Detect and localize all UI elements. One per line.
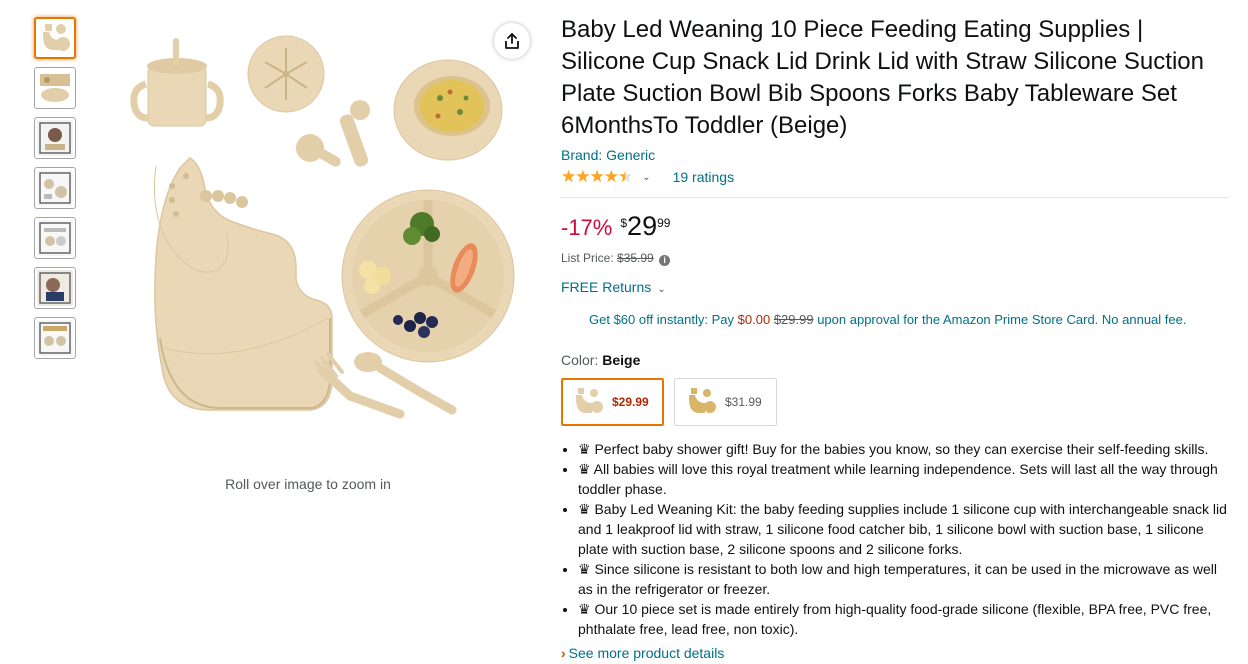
swatch-alternate[interactable]: $31.99: [674, 378, 777, 426]
divider: [561, 197, 1229, 198]
product-details: Baby Led Weaning 10 Piece Feeding Eating…: [561, 14, 1229, 663]
promo-pay: $0.00: [737, 312, 771, 327]
price-fraction: 99: [657, 216, 671, 230]
list-item: ♛ Baby Led Weaning Kit: the baby feeding…: [578, 499, 1229, 559]
product-thumbnail-icon: [37, 270, 73, 306]
share-icon: [505, 33, 519, 49]
price: $ 29 99: [620, 212, 670, 240]
see-more-link[interactable]: › See more product details: [561, 643, 1229, 663]
list-item: ♛ Perfect baby shower gift! Buy for the …: [578, 439, 1229, 459]
info-icon[interactable]: i: [659, 255, 671, 266]
product-thumbnail-icon: [37, 20, 73, 56]
product-swatch-icon: [575, 388, 603, 413]
promo-was: $29.99: [773, 312, 814, 327]
chevron-down-icon: ⌄: [657, 284, 666, 295]
thumbnail-5[interactable]: [34, 217, 76, 259]
swatch-beige[interactable]: $29.99: [561, 378, 664, 426]
color-value: Beige: [602, 352, 641, 368]
see-more-label: See more product details: [568, 645, 725, 661]
thumbnail-7[interactable]: [34, 317, 76, 359]
star-rating-icon[interactable]: ★★★★★ ★★★★★: [561, 167, 633, 187]
price-whole: 29: [627, 211, 658, 241]
list-price-value: $35.99: [617, 251, 654, 265]
list-item: ♛ Since silicone is resistant to both lo…: [578, 559, 1229, 599]
list-item: ♛ All babies will love this royal treatm…: [578, 459, 1229, 499]
star-fill: ★★★★★: [561, 167, 625, 186]
chevron-down-icon[interactable]: ⌄: [642, 172, 650, 183]
list-price-label: List Price:: [561, 251, 614, 265]
prime-card-promo[interactable]: Get $60 off instantly: Pay $0.00 $29.99 …: [589, 311, 1229, 329]
thumbnail-list: [34, 17, 76, 367]
product-swatch-icon: [688, 388, 716, 413]
thumbnail-1[interactable]: [34, 17, 76, 59]
product-thumbnail-icon: [37, 170, 73, 206]
list-item: ♛ Our 10 piece set is made entirely from…: [578, 599, 1229, 639]
product-thumbnail-icon: [37, 70, 73, 106]
product-photo: [130, 35, 515, 419]
feature-bullets: ♛ Perfect baby shower gift! Buy for the …: [561, 439, 1229, 639]
promo-prefix: Get $60 off instantly: Pay: [589, 312, 735, 327]
product-thumbnail-icon: [37, 320, 73, 356]
brand-link[interactable]: Brand: Generic: [561, 146, 1229, 164]
thumbnail-4[interactable]: [34, 167, 76, 209]
color-selector-label: Color: Beige: [561, 351, 1229, 369]
product-title: Baby Led Weaning 10 Piece Feeding Eating…: [561, 16, 1204, 139]
product-thumbnail-icon: [37, 220, 73, 256]
swatch-price: $31.99: [725, 395, 762, 409]
discount-percent: -17%: [561, 215, 613, 240]
rating-row: ★★★★★ ★★★★★ ⌄ 19 ratings: [561, 167, 1229, 187]
share-button[interactable]: [494, 23, 530, 59]
list-price: List Price: $35.99 i: [561, 250, 1229, 266]
free-returns-link[interactable]: FREE Returns ⌄: [561, 278, 1229, 299]
swatch-price: $29.99: [612, 395, 649, 409]
main-product-image[interactable]: [100, 18, 540, 438]
color-swatches: $29.99 $31.99: [561, 378, 1229, 426]
chevron-right-icon: ›: [561, 645, 566, 661]
price-symbol: $: [620, 216, 628, 230]
product-thumbnail-icon: [37, 120, 73, 156]
color-label: Color:: [561, 352, 599, 368]
returns-label: FREE Returns: [561, 279, 652, 295]
zoom-hint: Roll over image to zoom in: [225, 476, 391, 492]
thumbnail-6[interactable]: [34, 267, 76, 309]
price-row: -17% $ 29 99: [561, 212, 1229, 244]
thumbnail-3[interactable]: [34, 117, 76, 159]
thumbnail-2[interactable]: [34, 67, 76, 109]
promo-suffix: upon approval for the Amazon Prime Store…: [817, 312, 1187, 327]
ratings-count-link[interactable]: 19 ratings: [673, 169, 734, 185]
